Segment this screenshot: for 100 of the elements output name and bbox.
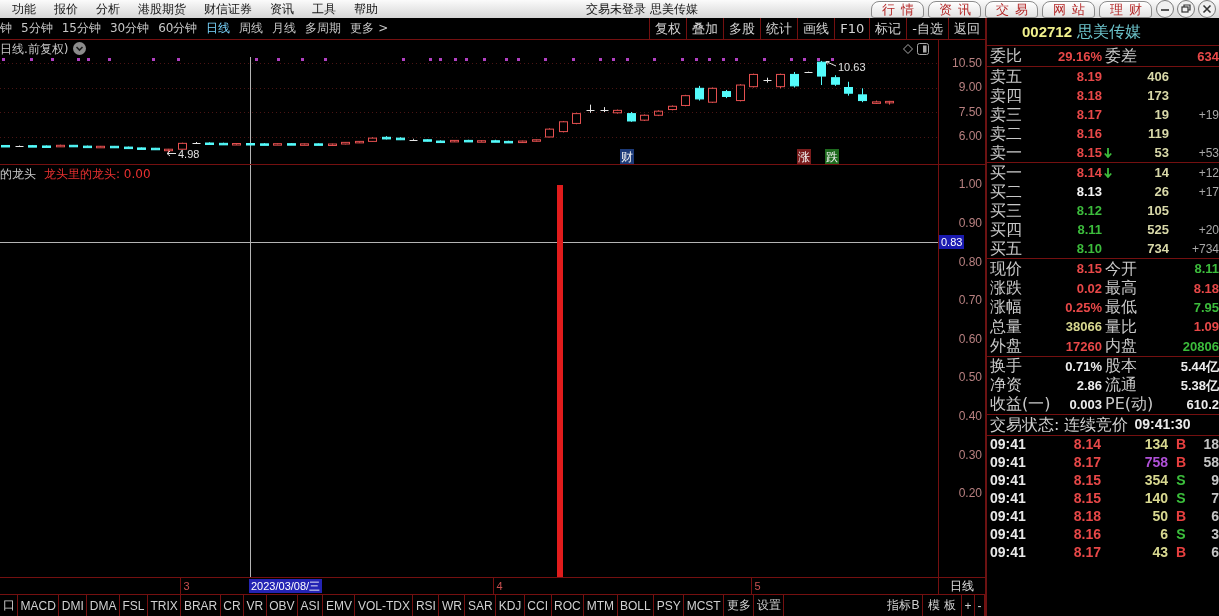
toolbar-button[interactable]: 返回 bbox=[948, 18, 985, 39]
period-tab[interactable]: 周线 bbox=[235, 18, 268, 39]
indicator-tab[interactable]: FSL bbox=[120, 595, 149, 616]
toolbar-button[interactable]: 叠加 bbox=[686, 18, 724, 39]
menu-item[interactable]: 财信证券 bbox=[195, 1, 261, 17]
menu-item[interactable]: 港股期货 bbox=[129, 1, 195, 17]
period-tab[interactable]: 5分钟 bbox=[16, 18, 58, 39]
stock-name: 思美传媒 bbox=[1077, 22, 1142, 41]
period-tab[interactable]: 日线 bbox=[202, 18, 235, 39]
indicator-tab[interactable]: EMV bbox=[323, 595, 356, 616]
toolbar-button[interactable]: -自选 bbox=[906, 18, 948, 39]
toolbar-button[interactable]: 复权 bbox=[649, 18, 687, 39]
order-change: +12 bbox=[1198, 165, 1219, 180]
tick-price: 8.14 bbox=[1073, 437, 1101, 453]
panel-toggle-icon[interactable] bbox=[917, 42, 929, 55]
order-change: +53 bbox=[1198, 145, 1219, 160]
indicator-tab[interactable]: VR bbox=[244, 595, 267, 616]
menu-item[interactable]: 分析 bbox=[87, 1, 129, 17]
order-change: +734 bbox=[1191, 241, 1219, 256]
indicator-tab[interactable]: DMA bbox=[87, 595, 120, 616]
toolbar-button[interactable]: 统计 bbox=[760, 18, 798, 39]
indicator-tab[interactable]: 设置 bbox=[754, 595, 785, 616]
menu-item[interactable]: 资讯 bbox=[261, 1, 303, 17]
nav-tab[interactable]: 资讯 bbox=[928, 0, 981, 18]
nav-tab[interactable]: 行情 bbox=[871, 0, 924, 18]
toolbar-button[interactable]: 模板 bbox=[923, 595, 962, 616]
order-level-label: 买一 bbox=[990, 163, 1022, 182]
diamond-icon[interactable] bbox=[903, 43, 913, 54]
indicator-tab[interactable]: TRIX bbox=[148, 595, 182, 616]
menu-item[interactable]: 功能 bbox=[3, 1, 45, 17]
tick-price: 8.16 bbox=[1073, 527, 1101, 543]
indicator-tab[interactable]: BRAR bbox=[181, 595, 221, 616]
chevron-down-icon[interactable] bbox=[72, 42, 86, 55]
period-tab[interactable]: 15分钟 bbox=[57, 18, 106, 39]
candlestick bbox=[151, 147, 160, 151]
indicator-tab[interactable]: OBV bbox=[266, 595, 299, 616]
period-tab[interactable]: 30分钟 bbox=[105, 18, 154, 39]
candlestick bbox=[749, 73, 758, 88]
candlestick bbox=[260, 142, 269, 146]
field-label: 换手 bbox=[990, 357, 1022, 376]
period-tab[interactable]: 更多 > bbox=[346, 18, 393, 39]
candlestick bbox=[858, 87, 867, 103]
indicator-tab[interactable]: ROC bbox=[551, 595, 585, 616]
nav-tab[interactable]: 网站 bbox=[1042, 0, 1095, 18]
menu-item[interactable]: 工具 bbox=[303, 1, 345, 17]
indicator-tab[interactable]: MCST bbox=[684, 595, 725, 616]
tick-volume: 354 bbox=[1144, 473, 1168, 489]
field-value: 0.25% bbox=[1065, 299, 1102, 315]
indicator-tab[interactable]: 更多 bbox=[724, 595, 755, 616]
toolbar-button[interactable]: 画线 bbox=[797, 18, 835, 39]
toolbar-button[interactable]: 多股 bbox=[723, 18, 761, 39]
toolbar-button[interactable]: 标记 bbox=[869, 18, 907, 39]
order-price: 8.10 bbox=[1076, 241, 1102, 256]
candlestick bbox=[545, 127, 554, 138]
nav-tab[interactable]: 交易 bbox=[985, 0, 1038, 18]
indicator-tab[interactable]: RSI bbox=[413, 595, 440, 616]
indicator-tab[interactable]: PSY bbox=[654, 595, 685, 616]
indicator-tab[interactable]: DMI bbox=[59, 595, 88, 616]
toolbar-button[interactable]: - bbox=[975, 595, 985, 616]
field-label: 委差 bbox=[1105, 47, 1137, 65]
toolbar-button[interactable]: 指标B bbox=[884, 595, 923, 616]
candlestick bbox=[504, 140, 513, 144]
period-tab[interactable]: 月线 bbox=[268, 18, 301, 39]
field-value: 0.003 bbox=[1069, 396, 1102, 412]
axis-label: 0.60 bbox=[958, 332, 982, 346]
candlestick bbox=[137, 146, 146, 150]
indicator-tab[interactable]: 口 bbox=[0, 595, 18, 616]
field-value: 38066 bbox=[1065, 319, 1102, 335]
nav-tab[interactable]: 理财 bbox=[1099, 0, 1152, 18]
tick-volume: 140 bbox=[1144, 491, 1168, 507]
indicator-tab[interactable]: BOLL bbox=[617, 595, 655, 616]
indicator-name: 的龙头 bbox=[0, 166, 36, 181]
indicator-tab[interactable]: MACD bbox=[18, 595, 60, 616]
field-label: PE(动) bbox=[1105, 395, 1154, 414]
indicator-tab[interactable]: MTM bbox=[584, 595, 618, 616]
close-icon[interactable] bbox=[1198, 0, 1216, 18]
indicator-tab[interactable]: SAR bbox=[465, 595, 497, 616]
month-label: 4 bbox=[492, 578, 503, 594]
tick-volume: 758 bbox=[1144, 455, 1168, 471]
indicator-tab[interactable]: CR bbox=[220, 595, 245, 616]
period-tab[interactable]: 60分钟 bbox=[153, 18, 202, 39]
indicator-tab[interactable]: VOL-TDX bbox=[355, 595, 414, 616]
toolbar-button[interactable]: F10 bbox=[834, 18, 870, 39]
restore-icon[interactable] bbox=[1177, 0, 1195, 18]
indicator-tab[interactable]: WR bbox=[439, 595, 466, 616]
indicator-tab[interactable]: ASI bbox=[298, 595, 324, 616]
indicator-tab[interactable]: KDJ bbox=[496, 595, 525, 616]
order-price: 8.14 bbox=[1076, 165, 1102, 180]
order-level-label: 买五 bbox=[990, 239, 1022, 258]
menu-item[interactable]: 报价 bbox=[45, 1, 87, 17]
toolbar-button[interactable]: + bbox=[962, 595, 975, 616]
period-tab[interactable]: 多周期 bbox=[301, 18, 346, 39]
period-tab[interactable]: 钟 bbox=[0, 18, 17, 39]
order-volume: 525 bbox=[1147, 222, 1169, 237]
menu-item[interactable]: 帮助 bbox=[345, 1, 387, 17]
indicator-tab[interactable]: CCI bbox=[524, 595, 552, 616]
high-price-label: 10.63 bbox=[838, 61, 866, 73]
tick-time: 09:41 bbox=[990, 545, 1026, 561]
event-marker: 财 bbox=[620, 149, 634, 164]
minimize-icon[interactable] bbox=[1156, 0, 1174, 18]
